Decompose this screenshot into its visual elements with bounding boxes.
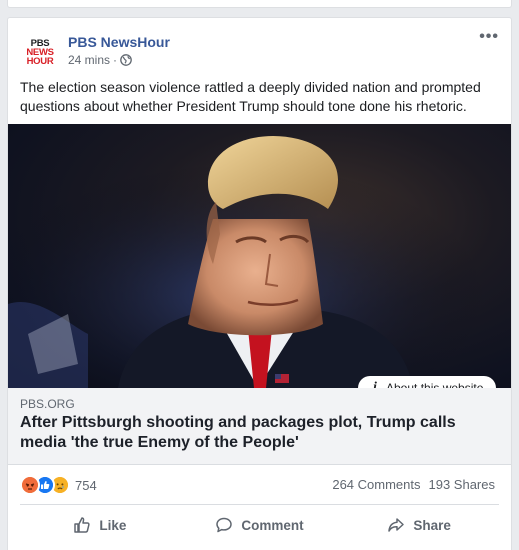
like-button[interactable]: Like (20, 508, 180, 542)
globe-icon[interactable] (120, 54, 132, 66)
share-label: Share (413, 517, 451, 533)
comment-icon (216, 517, 233, 533)
engagement-counts: 264 Comments 193 Shares (332, 477, 495, 492)
link-headline[interactable]: After Pittsburgh shooting and packages p… (20, 413, 497, 453)
share-button[interactable]: Share (339, 508, 499, 542)
shares-count[interactable]: 193 Shares (429, 477, 496, 492)
post-actions: Like Comment Share (20, 508, 499, 542)
avatar[interactable]: PBS NEWS HOUR (20, 32, 60, 72)
meta-separator: · (113, 53, 118, 67)
reaction-count[interactable]: 754 (75, 478, 97, 493)
avatar-logo-line: HOUR (26, 55, 54, 67)
post-text: The election season violence rattled a d… (20, 79, 481, 114)
page-name-link[interactable]: PBS NewsHour (68, 34, 170, 50)
link-preview-caption[interactable]: PBS.ORG After Pittsburgh shooting and pa… (8, 388, 511, 465)
angry-reaction-icon (20, 475, 40, 495)
more-options-icon[interactable]: ••• (479, 29, 499, 45)
thumbs-up-icon (74, 517, 90, 533)
comment-button[interactable]: Comment (180, 508, 340, 542)
divider (20, 504, 499, 505)
post-timestamp[interactable]: 24 mins (68, 53, 110, 67)
previous-post-edge (7, 0, 512, 8)
post-meta: 24 mins · (68, 53, 132, 67)
comments-count[interactable]: 264 Comments (332, 477, 420, 492)
portrait-illustration (8, 124, 511, 388)
share-arrow-icon (388, 518, 405, 532)
link-domain: PBS.ORG (20, 397, 75, 411)
post-stats: 754 264 Comments 193 Shares (20, 473, 495, 495)
news-feed-post: PBS NEWS HOUR PBS NewsHour 24 mins · •••… (7, 17, 512, 550)
reactions-summary[interactable]: 754 (20, 475, 97, 495)
comment-label: Comment (241, 517, 304, 533)
link-preview-image[interactable] (8, 124, 511, 388)
post-header: PBS NEWS HOUR PBS NewsHour 24 mins · ••• (20, 29, 499, 72)
like-label: Like (99, 517, 127, 533)
